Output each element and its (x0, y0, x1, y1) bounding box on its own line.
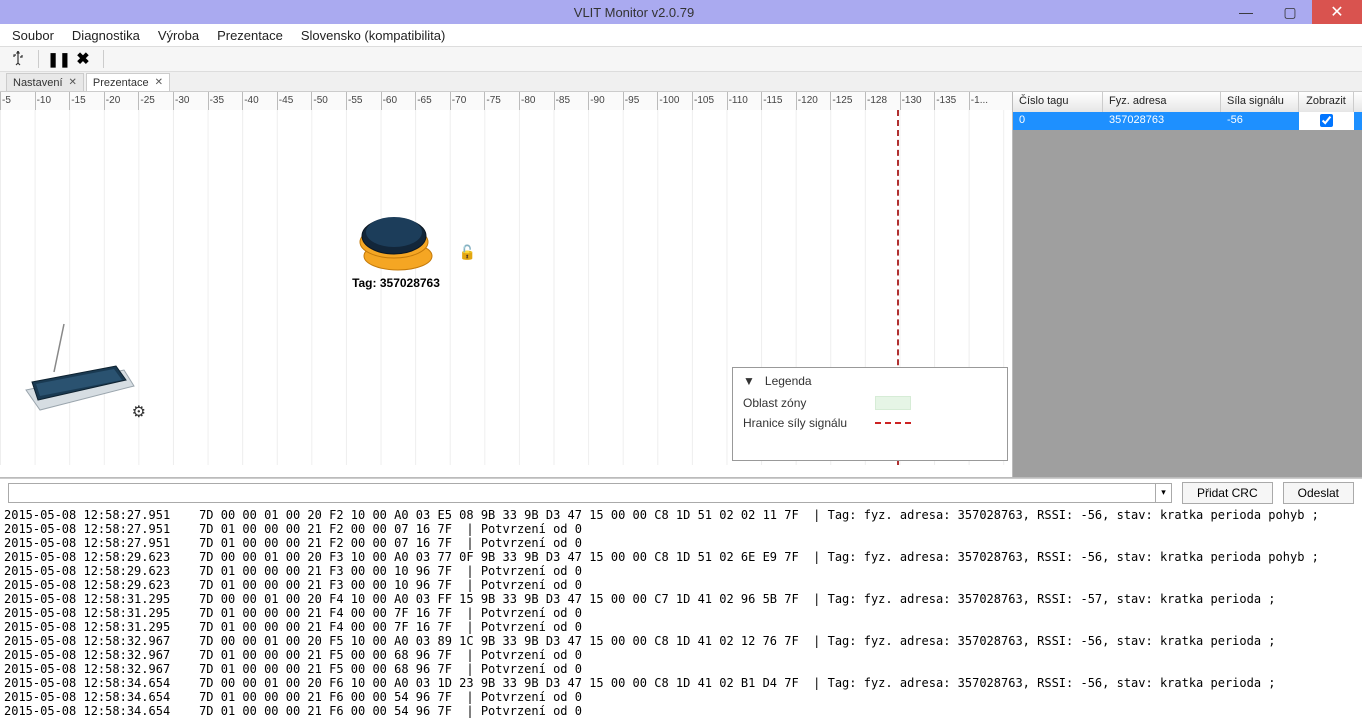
log-pane[interactable]: 2015-05-08 12:58:27.951 7D 00 00 01 00 2… (0, 506, 1362, 728)
close-icon[interactable]: ✕ (155, 77, 163, 88)
close-icon[interactable]: ✕ (69, 77, 77, 88)
tab-label: Nastavení (13, 77, 63, 89)
ruler-tick: -25 (138, 92, 154, 110)
gear-icon[interactable]: ⚙ (132, 402, 146, 422)
tag-device[interactable]: 🔓 Tag: 357028763 (336, 200, 456, 290)
ruler-tick: -95 (623, 92, 639, 110)
cell-tag-number: 0 (1013, 112, 1103, 130)
ruler-tick: -85 (554, 92, 570, 110)
ruler-tick: -40 (242, 92, 258, 110)
stop-icon[interactable]: ✖ (75, 51, 91, 67)
tag-device-icon (348, 200, 444, 272)
ruler-tick: -30 (173, 92, 189, 110)
ruler-tick: -35 (208, 92, 224, 110)
pause-icon[interactable]: ❚❚ (51, 51, 67, 67)
ruler-tick: -115 (761, 92, 782, 110)
close-button[interactable]: ✕ (1312, 0, 1362, 24)
ruler-tick: -50 (311, 92, 327, 110)
ruler-tick: -15 (69, 92, 85, 110)
reader-device[interactable]: ⚙ (6, 312, 146, 422)
ruler-tick: -60 (381, 92, 397, 110)
menu-soubor[interactable]: Soubor (12, 28, 54, 43)
minimize-button[interactable]: — (1224, 0, 1268, 24)
ruler-tick: -105 (692, 92, 714, 110)
ruler-tick: -130 (900, 92, 922, 110)
ruler-tick: -5 (0, 92, 11, 110)
legend-title: Legenda (765, 374, 812, 388)
cell-show[interactable] (1299, 112, 1354, 130)
command-dropdown[interactable]: ▾ (1156, 483, 1172, 503)
signal-ruler: -5 -10 -15 -20 -25 -30 -35 -40 -45 -50 -55 -60 -65 -7… (0, 92, 1012, 110)
tag-label: Tag: 357028763 (336, 276, 456, 290)
menu-vyroba[interactable]: Výroba (158, 28, 199, 43)
reader-device-icon (6, 312, 146, 422)
ruler-tick: -65 (415, 92, 431, 110)
window-title: VLIT Monitor v2.0.79 (44, 5, 1224, 20)
titlebar: VLIT Monitor v2.0.79 — ▢ ✕ (0, 0, 1362, 24)
add-crc-button[interactable]: Přidat CRC (1182, 482, 1273, 504)
tab-label: Prezentace (93, 77, 149, 89)
table-row[interactable]: 0 357028763 -56 (1013, 112, 1362, 130)
ruler-tick: -45 (277, 92, 293, 110)
legend-boundary-label: Hranice síly signálu (743, 416, 863, 430)
zone-swatch (875, 396, 911, 410)
chevron-down-icon[interactable]: ▼ (743, 374, 755, 388)
command-bar: ▾ Přidat CRC Odeslat (0, 478, 1362, 506)
col-show[interactable]: Zobrazit (1299, 92, 1354, 112)
tab-prezentace[interactable]: Prezentace ✕ (86, 73, 170, 91)
maximize-button[interactable]: ▢ (1268, 0, 1312, 24)
tab-nastaveni[interactable]: Nastavení ✕ (6, 73, 84, 91)
ruler-tick: -135 (934, 92, 956, 110)
ruler-tick: -100 (657, 92, 679, 110)
table-header: Číslo tagu Fyz. adresa Síla signálu Zobr… (1013, 92, 1362, 112)
ruler-tick: -125 (830, 92, 852, 110)
cell-signal-strength: -56 (1221, 112, 1299, 130)
menu-prezentace[interactable]: Prezentace (217, 28, 283, 43)
show-checkbox[interactable] (1320, 114, 1333, 127)
col-tag-number[interactable]: Číslo tagu (1013, 92, 1103, 112)
chart-pane[interactable]: -5 -10 -15 -20 -25 -30 -35 -40 -45 -50 -55 -60 -65 -7… (0, 92, 1012, 477)
ruler-tick: -120 (796, 92, 818, 110)
cell-phys-address: 357028763 (1103, 112, 1221, 130)
ruler-tick: -75 (484, 92, 500, 110)
boundary-swatch (875, 422, 911, 424)
col-phys-address[interactable]: Fyz. adresa (1103, 92, 1221, 112)
ruler-tick: -110 (727, 92, 748, 110)
menu-slovensko[interactable]: Slovensko (kompatibilita) (301, 28, 446, 43)
ruler-tick: -128 (865, 92, 887, 110)
unlock-icon: 🔓 (459, 244, 476, 261)
ruler-tick: -70 (450, 92, 466, 110)
ruler-tick: -1... (969, 92, 988, 110)
menu-diagnostika[interactable]: Diagnostika (72, 28, 140, 43)
usb-icon[interactable] (10, 51, 26, 67)
ruler-tick: -55 (346, 92, 362, 110)
tabs-row: Nastavení ✕ Prezentace ✕ (0, 72, 1362, 92)
ruler-tick: -10 (35, 92, 51, 110)
legend-zone-label: Oblast zóny (743, 396, 863, 410)
ruler-tick: -80 (519, 92, 535, 110)
col-signal-strength[interactable]: Síla signálu (1221, 92, 1299, 112)
ruler-tick: -20 (104, 92, 120, 110)
ruler-tick: -90 (588, 92, 604, 110)
tag-table: Číslo tagu Fyz. adresa Síla signálu Zobr… (1012, 92, 1362, 477)
toolbar: ❚❚ ✖ (0, 46, 1362, 72)
legend: ▼ Legenda Oblast zóny Hranice síly signál… (732, 367, 1008, 461)
command-input[interactable] (8, 483, 1156, 503)
send-button[interactable]: Odeslat (1283, 482, 1354, 504)
menubar: Soubor Diagnostika Výroba Prezentace Slo… (0, 24, 1362, 46)
workspace: -5 -10 -15 -20 -25 -30 -35 -40 -45 -50 -55 -60 -65 -7… (0, 92, 1362, 478)
